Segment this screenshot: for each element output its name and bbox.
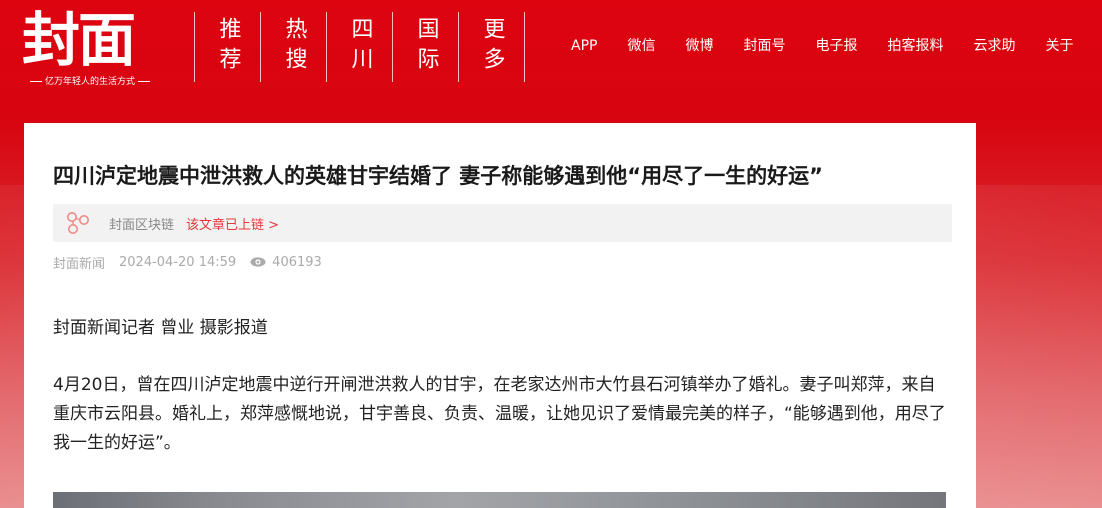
article-source: 封面新闻 bbox=[53, 256, 106, 272]
channel-label: 更多 bbox=[479, 17, 505, 77]
channel-tab-recommend[interactable]: 推荐 bbox=[195, 12, 261, 82]
channel-tab-international[interactable]: 国际 bbox=[393, 12, 459, 82]
view-count: 406193 bbox=[272, 254, 322, 270]
site-header: 封面 亿万年轻人的生活方式 推荐 热搜 四川 国际 更多 APP 微信 微博 封… bbox=[0, 0, 1102, 96]
blockchain-bar: 封面区块链 该文章已上链 > bbox=[53, 204, 952, 242]
top-nav: APP 微信 微博 封面号 电子报 拍客报料 云求助 关于 bbox=[556, 33, 1088, 59]
channel-tab-more[interactable]: 更多 bbox=[459, 12, 525, 82]
blockchain-icon bbox=[67, 212, 89, 234]
channel-tab-sichuan[interactable]: 四川 bbox=[327, 12, 393, 82]
topnav-account[interactable]: 封面号 bbox=[728, 33, 800, 59]
topnav-app[interactable]: APP bbox=[556, 33, 612, 59]
article-photo bbox=[53, 492, 946, 508]
blockchain-label: 封面区块链 bbox=[109, 217, 175, 233]
topnav-help[interactable]: 云求助 bbox=[958, 33, 1030, 59]
topnav-epaper[interactable]: 电子报 bbox=[800, 33, 872, 59]
channel-nav: 推荐 热搜 四川 国际 更多 bbox=[194, 12, 525, 82]
article-paragraph: 4月20日，曾在四川泸定地震中逆行开闸泄洪救人的甘宇，在老家达州市大竹县石河镇举… bbox=[53, 375, 946, 453]
topnav-tipoff[interactable]: 拍客报料 bbox=[872, 33, 958, 59]
topnav-about[interactable]: 关于 bbox=[1030, 33, 1088, 59]
article-meta: 封面新闻 2024-04-20 14:59 406193 bbox=[53, 252, 322, 272]
logo-text: 封面 bbox=[22, 6, 136, 74]
article-title: 四川泸定地震中泄洪救人的英雄甘宇结婚了 妻子称能够遇到他“用尽了一生的好运” bbox=[53, 164, 823, 188]
channel-label: 四川 bbox=[347, 17, 373, 77]
article-time: 2024-04-20 14:59 bbox=[119, 254, 237, 270]
channel-label: 推荐 bbox=[215, 17, 241, 77]
eye-icon bbox=[250, 257, 266, 267]
article-byline: 封面新闻记者 曾业 摄影报道 bbox=[53, 318, 268, 338]
site-logo[interactable]: 封面 亿万年轻人的生活方式 bbox=[22, 4, 162, 90]
topnav-wechat[interactable]: 微信 bbox=[612, 33, 670, 59]
topnav-weibo[interactable]: 微博 bbox=[670, 33, 728, 59]
blockchain-link[interactable]: 该文章已上链 > bbox=[186, 214, 279, 233]
channel-tab-hot[interactable]: 热搜 bbox=[261, 12, 327, 82]
article-card: 四川泸定地震中泄洪救人的英雄甘宇结婚了 妻子称能够遇到他“用尽了一生的好运” 封… bbox=[24, 123, 976, 508]
logo-tagline: 亿万年轻人的生活方式 bbox=[30, 76, 170, 88]
channel-label: 国际 bbox=[413, 17, 439, 77]
channel-label: 热搜 bbox=[281, 17, 307, 77]
